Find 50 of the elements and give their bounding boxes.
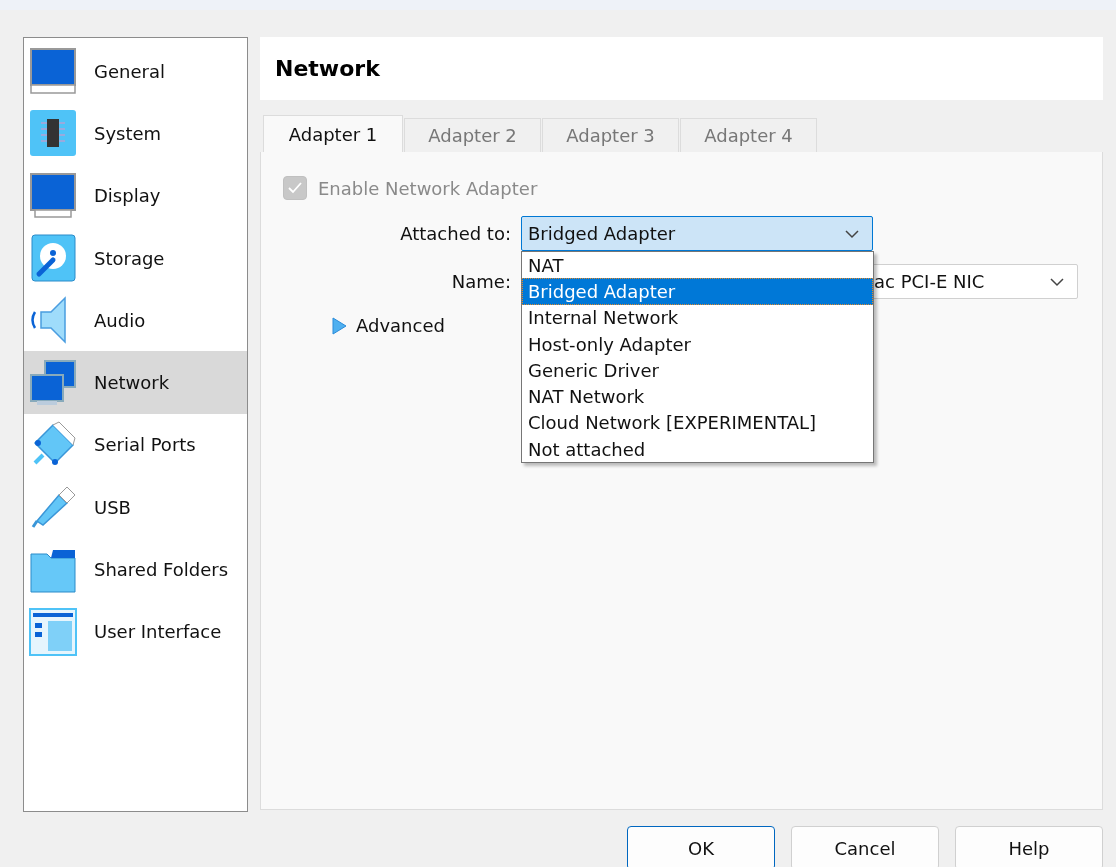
dropdown-option[interactable]: Generic Driver (522, 357, 873, 384)
sidebar-item-label: USB (94, 496, 131, 518)
chevron-down-icon (1049, 276, 1065, 287)
sidebar-item[interactable]: USB (24, 476, 247, 539)
sidebar-item[interactable]: Shared Folders (24, 538, 247, 601)
sidebar-item-label: System (94, 122, 162, 144)
dropdown-option[interactable]: Not attached (522, 436, 873, 463)
monitors-icon (29, 358, 77, 407)
sidebar-item[interactable]: Network (24, 351, 247, 414)
sidebar-item[interactable]: Display (24, 164, 247, 227)
chevron-down-icon (844, 228, 860, 239)
advanced-label[interactable]: Advanced (356, 315, 445, 336)
window-layout-icon (29, 607, 77, 656)
dropdown-option[interactable]: NAT (522, 252, 873, 279)
monitor-icon (29, 171, 77, 220)
sidebar-item-label: Audio (94, 309, 146, 331)
sidebar-item-label: Shared Folders (94, 559, 229, 580)
tab[interactable]: Adapter 1 (263, 115, 403, 152)
sidebar-item-label: Serial Ports (94, 434, 196, 456)
tab[interactable]: Adapter 2 (404, 118, 541, 152)
monitor-icon (29, 47, 77, 96)
dropdown[interactable]: Bridged Adapter (521, 216, 873, 251)
tab[interactable]: Adapter 3 (542, 118, 679, 152)
field-label: Name: (450, 271, 511, 292)
dialog-button[interactable]: OK (627, 826, 775, 867)
sidebar-item[interactable]: Audio (24, 289, 247, 352)
chip-icon (29, 109, 77, 158)
checkmark-icon (288, 182, 302, 194)
dropdown-option[interactable]: Host-only Adapter (522, 330, 873, 358)
dropdown-option[interactable]: NAT Network (522, 383, 873, 410)
sidebar-item[interactable]: System (24, 102, 247, 165)
tab[interactable]: Adapter 4 (680, 118, 817, 152)
dialog-button[interactable]: Help (955, 826, 1103, 867)
sidebar-item-label: Storage (94, 247, 165, 269)
sidebar-item-label: User Interface (94, 621, 222, 643)
sidebar-item-label: General (94, 60, 165, 82)
sidebar-item[interactable]: User Interface (24, 600, 247, 663)
triangle-right-icon[interactable] (331, 316, 347, 335)
sidebar-item-label: Network (94, 372, 170, 394)
dropdown-option[interactable]: Bridged Adapter (522, 278, 873, 305)
sidebar-item[interactable]: Serial Ports (24, 413, 247, 477)
dialog-button[interactable]: Cancel (791, 826, 939, 867)
page-title: Network (275, 56, 380, 81)
sidebar-item[interactable]: Storage (24, 226, 247, 290)
field-label: Attached to: (399, 223, 511, 244)
sidebar-item-label: Display (94, 185, 161, 207)
dropdown-option[interactable]: Internal Network (522, 304, 873, 331)
sidebar-item[interactable]: General (24, 40, 247, 103)
dropdown-option[interactable]: Cloud Network [EXPERIMENTAL] (522, 409, 873, 437)
checkbox-label: Enable Network Adapter (318, 177, 538, 199)
